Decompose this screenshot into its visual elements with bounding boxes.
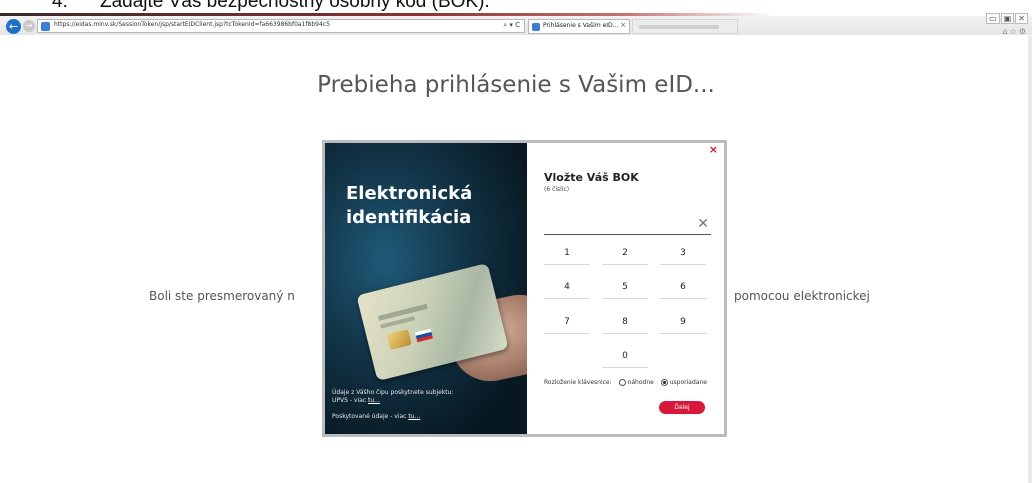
minimize-icon[interactable]: ▭ (986, 13, 1000, 24)
promo-note-line3: Poskytované údaje - viac (332, 413, 407, 420)
clear-icon[interactable]: ✕ (697, 216, 709, 232)
eid-promo-panel: Elektronická identifikácia Údaje z Vášho… (325, 143, 527, 434)
tab-prihlasenie[interactable]: Prihlásenie s Vaším eID... × (528, 19, 630, 34)
key-2[interactable]: 2 (602, 242, 648, 265)
card-flag-icon (415, 328, 433, 343)
promo-note-line2: UPVS - viac (332, 397, 367, 404)
key-9[interactable]: 9 (660, 311, 706, 334)
key-3[interactable]: 3 (660, 242, 706, 265)
keyboard-layout-row: Rozloženie klávesnice: náhodne usporiada… (544, 379, 707, 386)
close-window-icon[interactable]: ✕ (1015, 13, 1028, 24)
dialog-close-icon[interactable]: × (709, 143, 718, 156)
instruction-caption: 4. Zadajte Váš bezpečnostný osobný kód (B… (52, 0, 490, 13)
radio-random-label[interactable]: náhodne (628, 379, 654, 386)
key-5[interactable]: 5 (602, 276, 648, 299)
tab-favicon-icon (532, 23, 540, 31)
title-bar (0, 13, 1032, 16)
tab-label[interactable]: Prihlásenie s Vaším eID... (543, 22, 618, 29)
scrollbar[interactable] (1028, 36, 1032, 483)
redirect-text-left: Boli ste presmerovaný n (149, 289, 295, 303)
pin-title: Vložte Váš BOK (544, 171, 639, 184)
site-favicon-icon (41, 22, 50, 31)
favorites-star-icon[interactable]: ☆ (1010, 27, 1019, 36)
address-url[interactable]: https://eidas.minv.sk/SessionToken/jsp/s… (54, 21, 330, 28)
window-controls: ▭ ▣ ✕ (985, 13, 1028, 24)
layout-label: Rozloženie klávesnice: (544, 379, 612, 386)
pin-subtitle: (6 číslic) (544, 186, 570, 193)
radio-ordered-label[interactable]: usporiadane (670, 379, 707, 386)
instruction-text: Zadajte Váš bezpečnostný osobný kód (BOK… (100, 0, 490, 12)
maximize-icon[interactable]: ▣ (1000, 13, 1015, 24)
pin-entry-panel: × Vložte Váš BOK (6 číslic) ✕ 1 2 3 4 5 … (527, 143, 724, 434)
search-refresh-icons[interactable]: ⌕ ▾ C (503, 21, 520, 30)
settings-gear-icon[interactable]: ⚙ (1019, 27, 1028, 36)
upvs-more-link[interactable]: tu... (368, 397, 380, 404)
browser-chrome: ← → https://eidas.minv.sk/SessionToken/j… (0, 13, 1032, 36)
data-more-link[interactable]: tu... (408, 413, 420, 420)
pin-input[interactable]: ✕ (544, 216, 711, 235)
key-7[interactable]: 7 (544, 311, 590, 334)
key-1[interactable]: 1 (544, 242, 590, 265)
key-4[interactable]: 4 (544, 276, 590, 299)
instruction-number: 4. (52, 0, 68, 12)
tab-inactive-label (639, 25, 719, 29)
forward-arrow-icon[interactable]: → (23, 20, 35, 32)
radio-random[interactable] (618, 379, 626, 386)
page-heading: Prebieha prihlásenie s Vašim eID... (317, 72, 715, 98)
bok-dialog: Elektronická identifikácia Údaje z Vášho… (322, 140, 727, 437)
radio-ordered[interactable] (660, 379, 668, 386)
tab-close-icon[interactable]: × (620, 21, 626, 29)
promo-title: Elektronická identifikácia (346, 183, 473, 228)
next-button[interactable]: Ďalej (659, 401, 705, 414)
promo-note: Údaje z Vášho čipu poskytnete subjektu: … (332, 389, 512, 405)
card-chip-icon (386, 329, 412, 350)
back-arrow-icon[interactable]: ← (6, 19, 21, 34)
promo-note-data: Poskytované údaje - viac tu... (332, 413, 420, 420)
redirect-text-right: pomocou elektronickej (734, 289, 870, 303)
key-8[interactable]: 8 (602, 311, 648, 334)
home-icon[interactable]: ⌂ (1003, 27, 1010, 36)
tab-inactive[interactable] (632, 19, 738, 34)
address-bar[interactable]: https://eidas.minv.sk/SessionToken/jsp/s… (37, 19, 525, 33)
promo-note-line1: Údaje z Vášho čipu poskytnete subjektu: (332, 389, 454, 396)
toolbar-icons: ⌂☆⚙ (1003, 27, 1028, 36)
key-6[interactable]: 6 (660, 276, 706, 299)
key-0[interactable]: 0 (602, 345, 648, 368)
